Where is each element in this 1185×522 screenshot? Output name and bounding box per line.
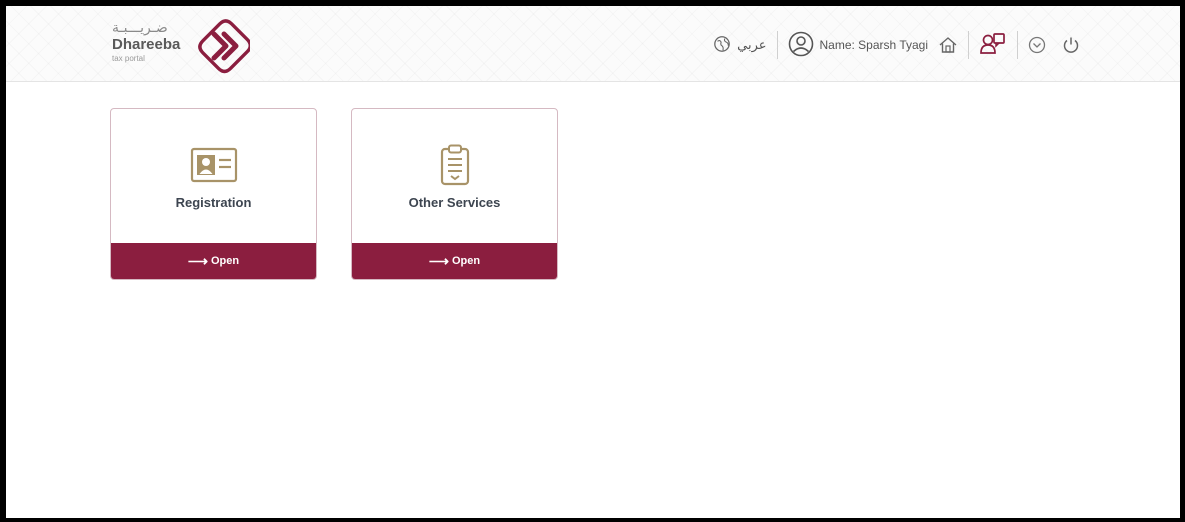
- user-name-label: Name: Sparsh Tyagi: [819, 38, 929, 52]
- logo-arabic-text: ضـريـــبـة: [112, 20, 168, 36]
- language-switch[interactable]: عربي: [713, 35, 767, 56]
- divider: [776, 31, 778, 59]
- divider: [968, 31, 969, 59]
- clipboard-icon: [440, 144, 470, 186]
- registration-card[interactable]: Registration ⟶ Open: [110, 108, 317, 280]
- logo-mark-icon: [198, 19, 250, 74]
- logo[interactable]: ضـريـــبـة Dhareeba tax portal: [110, 14, 260, 78]
- open-button[interactable]: ⟶ Open: [352, 243, 557, 279]
- user-profile[interactable]: Name: Sparsh Tyagi: [788, 31, 929, 60]
- card-body: Other Services: [352, 109, 557, 245]
- id-card-icon: [190, 145, 238, 185]
- header: ضـريـــبـة Dhareeba tax portal عربي Name…: [6, 6, 1180, 82]
- users-icon[interactable]: [979, 31, 1007, 59]
- chevron-down-circle-icon[interactable]: [1028, 36, 1046, 54]
- card-title: Other Services: [408, 195, 501, 210]
- arrow-right-icon: ⟶: [428, 253, 449, 269]
- logo-name: Dhareeba: [112, 36, 181, 53]
- arrow-right-icon: ⟶: [187, 253, 208, 269]
- globe-icon: [713, 35, 731, 56]
- open-button[interactable]: ⟶ Open: [111, 243, 316, 279]
- language-label: عربي: [737, 37, 767, 53]
- app-frame: ضـريـــبـة Dhareeba tax portal عربي Name…: [6, 6, 1180, 518]
- open-label: Open: [451, 255, 481, 267]
- home-icon[interactable]: [938, 36, 958, 54]
- power-icon[interactable]: [1062, 36, 1080, 54]
- divider: [1017, 31, 1018, 59]
- user-circle-icon: [788, 31, 814, 60]
- card-body: Registration: [111, 109, 316, 245]
- header-toolbar: عربي Name: Sparsh Tyagi: [713, 28, 1080, 62]
- other-services-card[interactable]: Other Services ⟶ Open: [351, 108, 558, 280]
- logo-subtitle: tax portal: [112, 54, 145, 63]
- card-title: Registration: [175, 195, 252, 210]
- open-label: Open: [210, 255, 240, 267]
